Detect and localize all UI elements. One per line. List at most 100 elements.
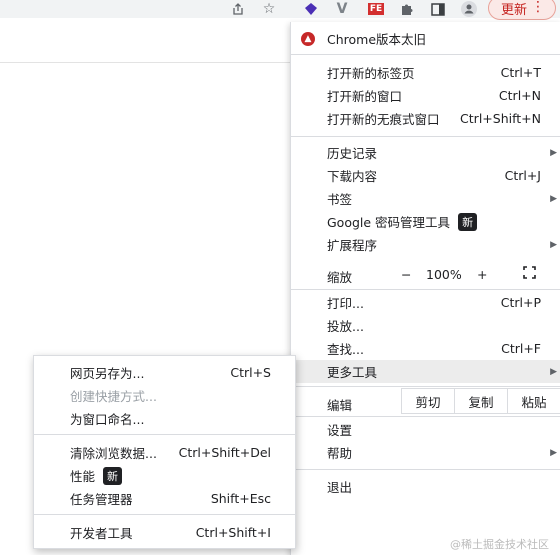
menu-label: 为窗口命名... [70,411,145,427]
menu-label: 帮助 [327,446,353,461]
share-icon[interactable] [228,0,248,18]
divider [291,386,560,387]
page-content-area [0,18,290,63]
new-badge: 新 [458,213,478,231]
menu-label: 创建快捷方式... [70,388,157,404]
update-button[interactable]: 更新 ⋮ [488,0,556,20]
menu-label: 打印... [327,296,364,311]
submenu-item-clear-data[interactable]: 清除浏览数据... Ctrl+Shift+Del [34,441,295,463]
more-tools-submenu: 网页另存为... Ctrl+S 创建快捷方式... 为窗口命名... 清除浏览数… [33,355,296,549]
menu-label: 设置 [327,423,353,438]
menu-label: 清除浏览数据... [70,445,157,461]
menu-item-cast[interactable]: 投放... [291,314,560,337]
extensions-puzzle-icon[interactable] [396,0,418,18]
shortcut-label: Ctrl+F [501,341,541,356]
edit-label: 编辑 [327,398,353,413]
profile-avatar-icon[interactable] [458,0,480,18]
shortcut-label: Ctrl+Shift+I [195,524,271,540]
menu-item-extensions[interactable]: 扩展程序 ▶ [291,233,560,256]
extension-purple-diamond-icon[interactable] [300,0,322,18]
menu-label: 性能新 [70,466,123,485]
menu-item-history[interactable]: 历史记录 ▶ [291,141,560,164]
zoom-out-button[interactable]: − [401,267,411,282]
menu-item-new-incognito[interactable]: 打开新的无痕式窗口 Ctrl+Shift+N [291,107,560,130]
menu-item-help[interactable]: 帮助 ▶ [291,441,560,464]
extension-fe-icon[interactable]: FE [365,0,387,18]
menu-label: 更多工具 [327,365,378,380]
menu-item-downloads[interactable]: 下载内容 Ctrl+J [291,164,560,187]
submenu-item-create-shortcut: 创建快捷方式... [34,384,295,406]
edit-row: 编辑 剪切 复制 粘贴 [291,388,560,416]
menu-label: 退出 [327,480,353,495]
menu-item-find[interactable]: 查找... Ctrl+F [291,337,560,360]
divider [291,289,560,290]
menu-label: 扩展程序 [327,238,378,253]
zoom-label: 缩放 [327,270,353,285]
menu-item-password-manager[interactable]: Google 密码管理工具新 [291,210,560,233]
menu-item-more-tools[interactable]: 更多工具 ▶ [291,360,560,383]
copy-button[interactable]: 复制 [454,388,508,414]
submenu-item-save-page[interactable]: 网页另存为... Ctrl+S [34,361,295,383]
divider [291,469,560,470]
submenu-item-name-window[interactable]: 为窗口命名... [34,407,295,429]
update-label: 更新 [501,2,528,18]
menu-label: 投放... [327,319,364,334]
submenu-arrow-icon: ▶ [550,239,557,250]
menu-label: 任务管理器 [70,491,133,507]
submenu-arrow-icon: ▶ [550,366,557,377]
menu-label: 打开新的标签页 [327,66,415,81]
new-badge: 新 [103,466,123,485]
copy-label: 复制 [468,394,494,410]
zoom-in-button[interactable]: + [477,267,487,282]
shortcut-label: Ctrl+P [500,295,541,310]
shortcut-label: Ctrl+S [230,364,271,380]
shortcut-label: Ctrl+T [500,65,541,80]
menu-item-chrome-outdated[interactable]: ▲ Chrome版本太旧 [291,27,560,50]
divider [291,136,560,137]
cut-label: 剪切 [415,394,441,410]
performance-label: 性能 [70,468,96,484]
menu-item-new-tab[interactable]: 打开新的标签页 Ctrl+T [291,61,560,84]
paste-button[interactable]: 粘贴 [507,388,560,414]
browser-toolbar: ☆ V FE 更新 ⋮ [0,0,560,20]
menu-item-exit[interactable]: 退出 [291,475,560,498]
menu-label: 网页另存为... [70,365,145,381]
shortcut-label: Ctrl+N [498,88,541,103]
password-manager-label: Google 密码管理工具 [327,215,451,230]
menu-dots-icon[interactable]: ⋮ [531,0,545,15]
cut-button[interactable]: 剪切 [401,388,455,414]
menu-label: Google 密码管理工具新 [327,212,478,231]
menu-item-settings[interactable]: 设置 [291,418,560,441]
extension-v-icon[interactable]: V [331,0,353,18]
submenu-arrow-icon: ▶ [550,147,557,158]
shortcut-label: Ctrl+Shift+N [460,111,541,126]
menu-label: 开发者工具 [70,525,133,541]
menu-label: 下载内容 [327,169,378,184]
zoom-row: 缩放 − 100% + [291,261,560,289]
paste-label: 粘贴 [521,394,547,410]
divider [291,54,560,55]
divider [291,416,560,417]
side-panel-icon[interactable] [427,0,449,18]
chrome-main-menu: ▲ Chrome版本太旧 打开新的标签页 Ctrl+T 打开新的窗口 Ctrl+… [290,22,560,555]
fullscreen-icon[interactable] [523,266,536,279]
submenu-item-performance[interactable]: 性能新 [34,464,295,486]
shortcut-label: Ctrl+J [504,168,541,183]
shortcut-label: Shift+Esc [210,490,271,506]
menu-label: 查找... [327,342,364,357]
menu-item-print[interactable]: 打印... Ctrl+P [291,291,560,314]
menu-label: 打开新的窗口 [327,89,403,104]
zoom-level: 100% [426,267,462,282]
submenu-item-task-manager[interactable]: 任务管理器 Shift+Esc [34,487,295,509]
divider [34,434,295,435]
menu-label: 历史记录 [327,146,378,161]
divider [34,514,295,515]
shortcut-label: Ctrl+Shift+Del [178,444,271,460]
menu-label: 打开新的无痕式窗口 [327,112,440,127]
menu-item-bookmarks[interactable]: 书签 ▶ [291,187,560,210]
menu-item-new-window[interactable]: 打开新的窗口 Ctrl+N [291,84,560,107]
outdated-warning-icon: ▲ [301,32,315,46]
bookmark-star-icon[interactable]: ☆ [259,0,279,18]
submenu-arrow-icon: ▶ [550,447,557,458]
submenu-item-dev-tools[interactable]: 开发者工具 Ctrl+Shift+I [34,521,295,543]
